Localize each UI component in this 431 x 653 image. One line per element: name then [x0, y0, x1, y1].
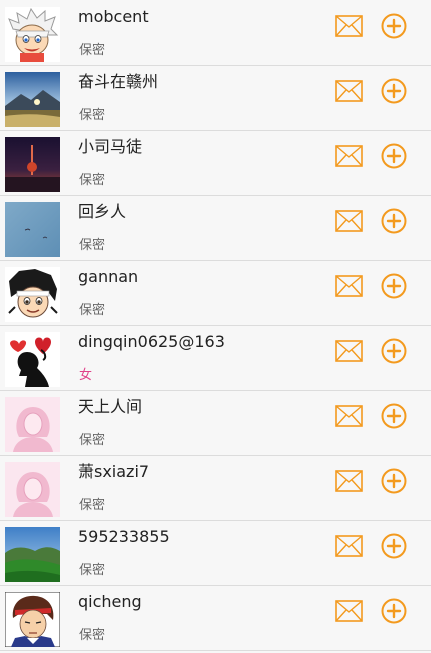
add-friend-button[interactable]	[381, 533, 407, 559]
user-name: gannan	[78, 267, 139, 286]
add-friend-button[interactable]	[381, 598, 407, 624]
night-tower-photo-icon	[5, 137, 60, 192]
avatar[interactable]	[5, 592, 60, 647]
plus-circle-icon	[381, 78, 407, 104]
envelope-icon	[335, 535, 363, 557]
default-female-avatar-icon	[5, 462, 60, 517]
avatar[interactable]	[5, 332, 60, 387]
avatar[interactable]	[5, 7, 60, 62]
user-gender: 保密	[79, 433, 106, 448]
message-button[interactable]	[335, 210, 363, 232]
envelope-icon	[335, 275, 363, 297]
add-friend-button[interactable]	[381, 338, 407, 364]
plus-circle-icon	[381, 598, 407, 624]
user-row-mobcent[interactable]: mobcent 保密	[0, 2, 431, 66]
silhouette-heart-icon	[5, 332, 60, 387]
user-gender: 保密	[79, 563, 106, 578]
add-friend-button[interactable]	[381, 208, 407, 234]
anime-fighter-portrait-icon	[5, 592, 60, 647]
add-friend-button[interactable]	[381, 403, 407, 429]
user-row-dingqin[interactable]: dingqin0625@163 女	[0, 327, 431, 391]
message-button[interactable]	[335, 535, 363, 557]
plus-circle-icon	[381, 338, 407, 364]
user-name: 奋斗在赣州	[78, 72, 159, 91]
user-row-gannan[interactable]: gannan 保密	[0, 262, 431, 326]
add-friend-button[interactable]	[381, 13, 407, 39]
user-gender: 保密	[79, 498, 106, 513]
user-gender: 保密	[79, 238, 106, 253]
message-button[interactable]	[335, 405, 363, 427]
user-name: 回乡人	[78, 202, 127, 221]
mountain-sunset-photo-icon	[5, 72, 60, 127]
plus-circle-icon	[381, 533, 407, 559]
avatar[interactable]	[5, 137, 60, 192]
user-row-qicheng[interactable]: qicheng 保密	[0, 587, 431, 651]
plus-circle-icon	[381, 143, 407, 169]
user-row-huixiang[interactable]: 回乡人 保密	[0, 197, 431, 261]
user-row-tianshang[interactable]: 天上人间 保密	[0, 392, 431, 456]
envelope-icon	[335, 15, 363, 37]
envelope-icon	[335, 210, 363, 232]
add-friend-button[interactable]	[381, 273, 407, 299]
plus-circle-icon	[381, 13, 407, 39]
envelope-icon	[335, 600, 363, 622]
plus-circle-icon	[381, 403, 407, 429]
blue-sky-photo-icon	[5, 202, 60, 257]
avatar[interactable]	[5, 397, 60, 452]
message-button[interactable]	[335, 470, 363, 492]
user-name: dingqin0625@163	[78, 332, 225, 351]
envelope-icon	[335, 470, 363, 492]
user-row-xiao-sxiazi7[interactable]: 萧sxiazi7 保密	[0, 457, 431, 521]
user-name: 小司马徒	[78, 137, 143, 156]
add-friend-button[interactable]	[381, 143, 407, 169]
user-list: mobcent 保密 奋斗在赣州 保密 小司马徒 保密 回乡人 保密 ganna…	[0, 0, 431, 653]
user-row-595233855[interactable]: 595233855 保密	[0, 522, 431, 586]
avatar[interactable]	[5, 267, 60, 322]
user-name: 萧sxiazi7	[78, 462, 150, 481]
user-name: qicheng	[78, 592, 142, 611]
envelope-icon	[335, 145, 363, 167]
user-name: 595233855	[78, 527, 170, 546]
user-gender: 保密	[79, 173, 106, 188]
plus-circle-icon	[381, 208, 407, 234]
message-button[interactable]	[335, 600, 363, 622]
envelope-icon	[335, 340, 363, 362]
user-gender: 女	[79, 368, 93, 383]
add-friend-button[interactable]	[381, 468, 407, 494]
user-gender: 保密	[79, 628, 106, 643]
user-row-fendou[interactable]: 奋斗在赣州 保密	[0, 67, 431, 131]
user-gender: 保密	[79, 108, 106, 123]
message-button[interactable]	[335, 15, 363, 37]
message-button[interactable]	[335, 275, 363, 297]
message-button[interactable]	[335, 80, 363, 102]
plus-circle-icon	[381, 273, 407, 299]
message-button[interactable]	[335, 145, 363, 167]
envelope-icon	[335, 405, 363, 427]
default-female-avatar-icon	[5, 397, 60, 452]
green-hills-photo-icon	[5, 527, 60, 582]
user-name: mobcent	[78, 7, 149, 26]
plus-circle-icon	[381, 468, 407, 494]
cartoon-boy-white-hair-icon	[5, 7, 60, 62]
user-gender: 保密	[79, 43, 106, 58]
avatar[interactable]	[5, 72, 60, 127]
avatar[interactable]	[5, 202, 60, 257]
user-name: 天上人间	[78, 397, 143, 416]
envelope-icon	[335, 80, 363, 102]
user-row-xiaosima[interactable]: 小司马徒 保密	[0, 132, 431, 196]
user-gender: 保密	[79, 303, 106, 318]
avatar[interactable]	[5, 462, 60, 517]
cartoon-boy-black-hair-icon	[5, 267, 60, 322]
add-friend-button[interactable]	[381, 78, 407, 104]
message-button[interactable]	[335, 340, 363, 362]
avatar[interactable]	[5, 527, 60, 582]
